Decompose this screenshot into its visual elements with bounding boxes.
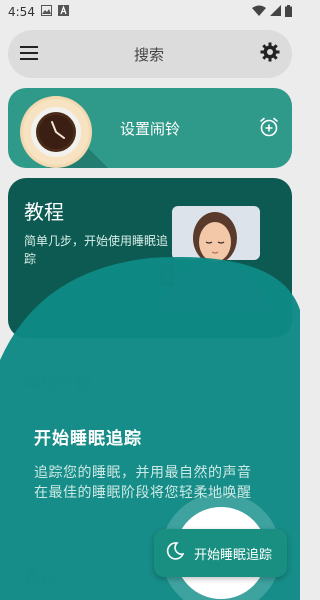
onboarding-line-2: 在最佳的睡眠阶段将您轻柔地唤醒	[34, 485, 252, 501]
tutorial-title: 教程	[24, 200, 64, 224]
onboarding-title: 开始睡眠追踪	[34, 429, 142, 449]
backup-title: 备份	[24, 569, 58, 589]
text-notification-icon	[57, 5, 69, 19]
tutorial-description: 简单几步，开始使用睡眠追踪	[24, 234, 169, 266]
coffee-clock-illustration	[20, 96, 120, 168]
onboarding-line-1: 追踪您的睡眠，并用最自然的声音	[34, 465, 252, 481]
signal-icon	[270, 5, 281, 19]
sleep-score-title: 睡眠分数	[24, 373, 92, 393]
start-sleep-tracking-button[interactable]: 开始睡眠追踪	[154, 529, 287, 577]
moon-icon	[166, 542, 185, 564]
onboarding-text: 开始睡眠追踪 追踪您的睡眠，并用最自然的声音 在最佳的睡眠阶段将您轻柔地唤醒	[34, 424, 284, 503]
sleep-score-more-link[interactable]: 查看更多	[230, 370, 278, 387]
image-notification-icon	[40, 5, 52, 19]
alarm-label: 设置闹铃	[120, 120, 181, 138]
status-bar: 4:54	[0, 0, 300, 24]
search-bar[interactable]: 搜索	[8, 30, 292, 78]
search-title[interactable]: 搜索	[38, 44, 260, 65]
tutorial-card[interactable]: 教程 简单几步，开始使用睡眠追踪	[8, 178, 292, 338]
wifi-icon	[252, 5, 266, 19]
battery-icon	[285, 4, 292, 20]
gear-icon[interactable]	[260, 42, 280, 66]
start-sleep-tracking-label: 开始睡眠追踪	[194, 547, 273, 563]
add-alarm-icon[interactable]	[258, 116, 280, 142]
status-time: 4:54	[8, 5, 35, 19]
sleeping-woman-illustration	[160, 206, 270, 312]
menu-icon[interactable]	[20, 45, 38, 64]
alarm-card[interactable]: 设置闹铃	[8, 88, 292, 168]
